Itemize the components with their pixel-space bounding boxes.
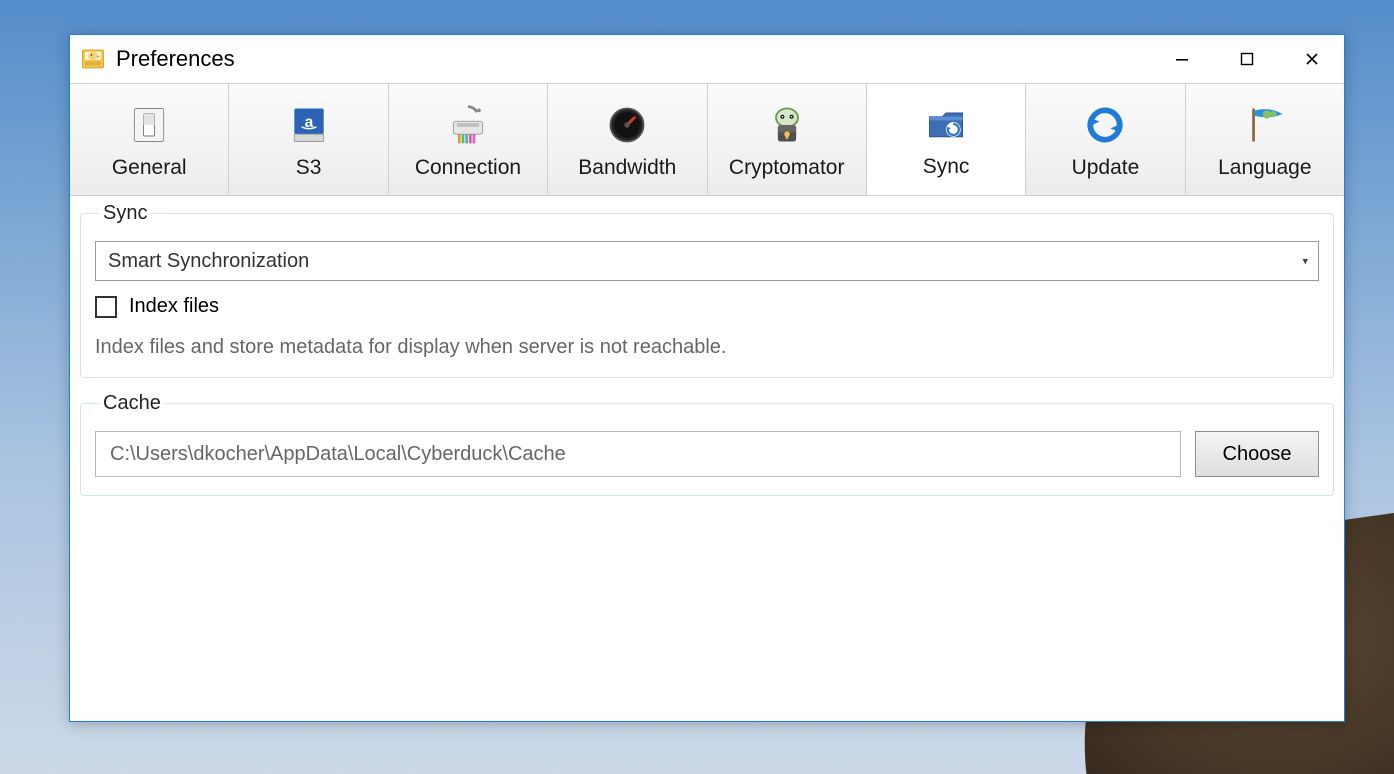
flag-icon xyxy=(1240,100,1290,150)
tab-label: Sync xyxy=(923,155,970,179)
switch-icon xyxy=(124,100,174,150)
minimize-button[interactable] xyxy=(1149,35,1214,83)
tab-bandwidth[interactable]: Bandwidth xyxy=(548,84,707,195)
tab-general[interactable]: General xyxy=(70,84,229,195)
tab-connection[interactable]: Connection xyxy=(389,84,548,195)
window-title: Preferences xyxy=(116,46,235,72)
chevron-down-icon: ▾ xyxy=(1302,255,1308,268)
cryptomator-icon xyxy=(762,100,812,150)
cache-group: Cache C:\Users\dkocher\AppData\Local\Cyb… xyxy=(80,392,1334,496)
index-files-checkbox[interactable]: Index files xyxy=(95,295,1319,318)
preferences-window: Preferences General xyxy=(69,34,1345,722)
cache-path-value: C:\Users\dkocher\AppData\Local\Cyberduck… xyxy=(110,443,566,466)
sync-legend: Sync xyxy=(99,202,151,225)
tab-label: S3 xyxy=(296,156,322,180)
gauge-icon xyxy=(602,100,652,150)
tab-cryptomator[interactable]: Cryptomator xyxy=(708,84,867,195)
tab-label: Update xyxy=(1072,156,1140,180)
index-files-label: Index files xyxy=(129,295,219,318)
tab-label: Language xyxy=(1218,156,1311,180)
titlebar[interactable]: Preferences xyxy=(70,35,1344,83)
cache-path-input[interactable]: C:\Users\dkocher\AppData\Local\Cyberduck… xyxy=(95,431,1181,477)
app-icon xyxy=(80,46,106,72)
tab-label: Bandwidth xyxy=(578,156,676,180)
sync-mode-value: Smart Synchronization xyxy=(108,250,309,273)
tab-update[interactable]: Update xyxy=(1026,84,1185,195)
tab-label: Connection xyxy=(415,156,521,180)
maximize-button[interactable] xyxy=(1214,35,1279,83)
tab-label: General xyxy=(112,156,187,180)
sync-hint: Index files and store metadata for displ… xyxy=(95,336,1319,359)
sync-folder-icon xyxy=(921,99,971,149)
checkbox-box xyxy=(95,296,117,318)
prefs-toolbar: General a S3 xyxy=(70,83,1344,196)
sync-mode-select[interactable]: Smart Synchronization ▾ xyxy=(95,241,1319,281)
tab-s3[interactable]: a S3 xyxy=(229,84,388,195)
tab-label: Cryptomator xyxy=(729,156,845,180)
close-button[interactable] xyxy=(1279,35,1344,83)
content-area: Sync Smart Synchronization ▾ Index files… xyxy=(70,196,1344,721)
choose-label: Choose xyxy=(1223,443,1292,466)
choose-button[interactable]: Choose xyxy=(1195,431,1319,477)
window-controls xyxy=(1149,35,1344,83)
shredder-icon xyxy=(443,100,493,150)
cache-legend: Cache xyxy=(99,392,165,415)
sync-group: Sync Smart Synchronization ▾ Index files… xyxy=(80,202,1334,378)
tab-language[interactable]: Language xyxy=(1186,84,1344,195)
tab-sync[interactable]: Sync xyxy=(867,84,1026,195)
s3-icon: a xyxy=(284,100,334,150)
refresh-icon xyxy=(1080,100,1130,150)
